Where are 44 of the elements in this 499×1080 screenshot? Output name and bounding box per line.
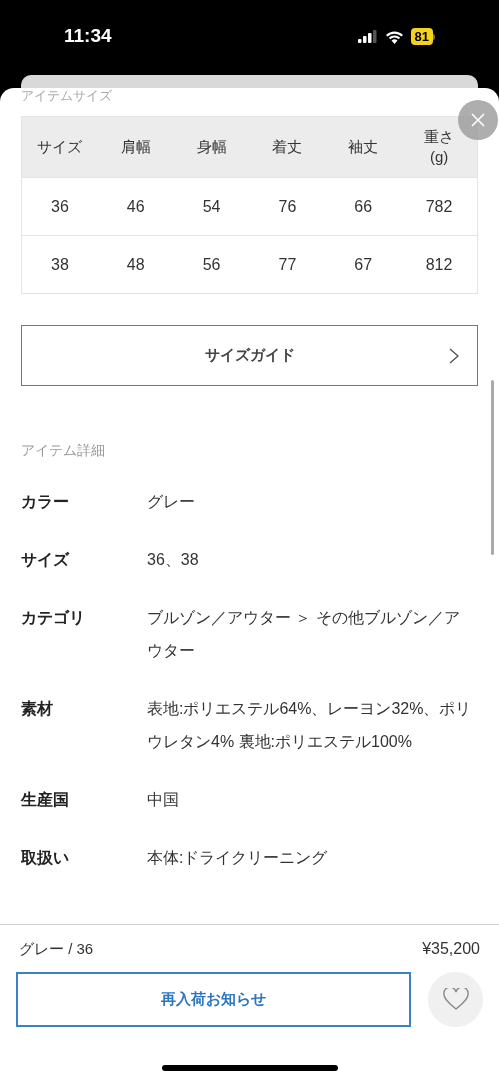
- table-cell-text: 812: [424, 254, 454, 275]
- detail-label: 取扱い: [21, 848, 70, 868]
- table-cell-text: 77: [277, 254, 298, 275]
- detail-value: グレー: [147, 492, 196, 512]
- column-header: 着丈: [272, 137, 303, 157]
- detail-label: 生産国: [21, 790, 70, 810]
- table-cell-text: 48: [125, 254, 146, 275]
- close-icon: [471, 113, 485, 127]
- column-header: サイズ: [37, 137, 83, 157]
- table-cell-text: 54: [201, 196, 222, 217]
- column-header: 肩幅: [120, 137, 151, 157]
- table-cell-text: 46: [125, 196, 146, 217]
- chevron-right-icon: [449, 347, 459, 364]
- restock-notify-button[interactable]: 再入荷お知らせ: [16, 972, 411, 1027]
- table-cell-text: 38: [50, 254, 70, 275]
- detail-label: カラー: [21, 492, 70, 512]
- close-button[interactable]: [458, 100, 498, 140]
- table-cell-text: 36: [50, 196, 70, 217]
- size-guide-button[interactable]: サイズガイド: [21, 325, 478, 386]
- table-cell-text: 56: [201, 254, 222, 275]
- detail-label: 素材: [21, 699, 54, 719]
- section-heading: アイテムサイズ: [21, 88, 113, 105]
- wifi-icon: [384, 29, 404, 44]
- table-cell-text: 782: [424, 196, 454, 217]
- signal-icon: [357, 30, 378, 43]
- heart-icon: [442, 988, 469, 1011]
- battery-icon: 81: [410, 28, 435, 45]
- price: ¥35,200: [422, 939, 480, 959]
- detail-value: 本体:ドライクリーニング: [147, 848, 329, 868]
- column-header: 袖丈: [348, 137, 379, 157]
- detail-value: 36、38: [147, 550, 200, 570]
- detail-value: ブルゾン／アウター ＞ その他ブルゾン／アウター: [147, 608, 461, 661]
- column-header: 重さ (g): [424, 127, 455, 167]
- detail-label: サイズ: [21, 550, 71, 570]
- detail-label: カテゴリ: [21, 608, 86, 628]
- detail-value: 表地:ポリエステル64%、レーヨン32%、ポリウレタン4% 裏地:ポリエステル100%: [147, 699, 473, 752]
- detail-value: 中国: [147, 790, 180, 810]
- selected-variant: グレー / 36: [19, 938, 94, 959]
- section-heading: アイテム詳細: [21, 441, 106, 460]
- column-header: 身幅: [196, 137, 227, 157]
- table-cell-text: 67: [353, 254, 374, 275]
- status-time: 11:34: [64, 24, 112, 49]
- table-cell-text: 76: [277, 196, 298, 217]
- table-cell-text: 66: [353, 196, 374, 217]
